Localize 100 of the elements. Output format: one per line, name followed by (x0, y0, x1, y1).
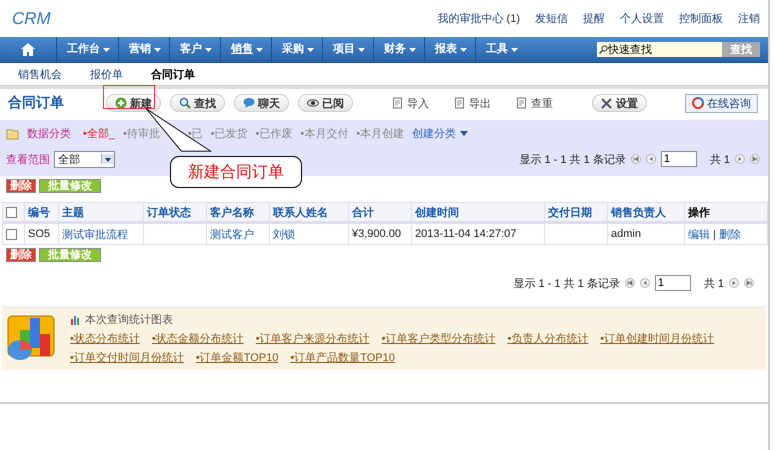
delete-button[interactable]: 删除 (6, 248, 36, 262)
caret-icon[interactable] (460, 48, 467, 52)
statistics-link[interactable]: •负责人分布统计 (507, 331, 588, 346)
toolbar-button[interactable]: 设置 (592, 94, 647, 112)
row-action-link[interactable]: 编辑 (688, 228, 710, 240)
link-separator: | (713, 228, 716, 240)
caret-icon[interactable] (460, 130, 468, 136)
speech-bubble-icon (243, 97, 255, 109)
nav-menu-item[interactable]: 营销 (118, 37, 154, 62)
caret-icon[interactable] (103, 48, 110, 52)
quick-search-field[interactable]: 快速查找 (608, 42, 722, 57)
category-filter[interactable]: •本月交付 (300, 126, 348, 140)
header-link[interactable]: 我的审批中心 (438, 11, 504, 26)
table-link[interactable]: 刘锁 (273, 228, 295, 240)
page-number-field[interactable]: 1 (654, 275, 691, 291)
record-summary: 显示 1 - 1 共 1 条记录 (513, 276, 620, 290)
toolbar-button[interactable]: 新建 (106, 94, 161, 112)
previous-page-icon[interactable] (640, 278, 650, 288)
toolbar-button[interactable]: 查找 (170, 94, 225, 112)
statistics-link[interactable]: •订单金额TOP10 (196, 350, 278, 365)
search-icon (599, 45, 608, 54)
sub-nav-tab[interactable]: 合同订单 (151, 66, 195, 82)
last-page-icon[interactable] (744, 278, 754, 288)
header-link[interactable]: 提醒 (583, 11, 605, 26)
statistics-link[interactable]: •状态分布统计 (70, 331, 140, 346)
eye-icon (307, 97, 319, 109)
document-icon (454, 97, 466, 109)
header-link[interactable]: 发短信 (535, 11, 568, 26)
header-link[interactable]: 控制面板 (679, 11, 723, 26)
online-consult-button[interactable]: 在线咨询 (685, 94, 758, 112)
category-filter[interactable]: •本月创建 (356, 126, 404, 140)
category-filter[interactable]: •已作废 (256, 126, 292, 140)
row-checkbox[interactable] (6, 228, 17, 240)
page-title: 合同订单 (8, 94, 65, 112)
next-page-icon[interactable] (735, 154, 745, 164)
nav-menu-item[interactable]: 报表 (424, 37, 460, 62)
row-action-link[interactable]: 删除 (718, 228, 741, 240)
header-link[interactable]: 个人设置 (620, 11, 664, 26)
next-page-icon[interactable] (729, 278, 739, 288)
category-filter[interactable]: •全部_ (83, 126, 115, 140)
document-icon (516, 97, 528, 109)
toolbar-button[interactable]: 查重 (508, 94, 561, 112)
column-header: 合计 (348, 202, 412, 222)
total-pages: 共 1 (710, 152, 730, 166)
nav-menu-item[interactable]: 采购 (271, 37, 307, 62)
toolbar-button[interactable]: 已阅 (298, 94, 353, 112)
first-page-icon[interactable] (630, 154, 641, 164)
last-page-icon[interactable] (750, 154, 760, 164)
nav-menu-item[interactable]: 项目 (322, 37, 358, 62)
statistics-title: 本次查询统计图表 (85, 312, 173, 327)
column-header: 订单状态 (144, 202, 206, 222)
sub-nav-tab[interactable]: 报价单 (90, 66, 123, 82)
toolbar-button[interactable]: 导出 (446, 94, 499, 112)
category-filter[interactable]: •已发货 (210, 126, 248, 140)
view-scope-label: 查看范围 (6, 152, 50, 166)
page-number-field[interactable]: 1 (660, 151, 697, 167)
nav-menu-item[interactable]: 工作台 (57, 37, 103, 62)
category-filter[interactable]: •待审批 (122, 126, 160, 140)
toolbar-button[interactable]: 导入 (384, 94, 437, 112)
column-header: 客户名称 (206, 202, 270, 222)
caret-icon[interactable] (154, 48, 161, 52)
statistics-link[interactable]: •订单交付时间月份统计 (70, 350, 184, 365)
table-cell: ¥3,900.00 (352, 228, 401, 240)
column-header: 编号 (24, 202, 58, 222)
first-page-icon[interactable] (624, 278, 635, 288)
caret-icon[interactable] (511, 48, 518, 52)
search-icon (179, 97, 191, 109)
statistics-link[interactable]: •订单产品数量TOP10 (290, 350, 395, 365)
select-all-checkbox[interactable] (6, 206, 17, 218)
data-category-label: 数据分类 (27, 126, 71, 140)
callout-text: 新建合同订单 (188, 162, 284, 182)
nav-menu-item[interactable]: 销售 (220, 37, 256, 62)
statistics-link[interactable]: •订单创建时间月份统计 (600, 331, 714, 346)
bar-chart-icon (70, 314, 82, 326)
statistics-link[interactable]: •状态金额分布统计 (152, 331, 244, 346)
caret-icon[interactable] (256, 48, 263, 52)
document-icon (392, 97, 404, 109)
view-scope-dropdown[interactable]: 全部 (54, 150, 115, 168)
header-link[interactable]: 注销 (738, 11, 760, 26)
statistics-link[interactable]: •订单客户来源分布统计 (256, 331, 370, 346)
previous-page-icon[interactable] (646, 154, 656, 164)
caret-icon[interactable] (307, 48, 314, 52)
caret-icon[interactable] (409, 48, 416, 52)
highlight-frame (103, 85, 155, 109)
sub-nav-tab[interactable]: 销售机会 (18, 66, 62, 82)
category-filter[interactable]: •已 (188, 126, 203, 140)
delete-button[interactable]: 删除 (6, 179, 36, 193)
nav-menu-item[interactable]: 客户 (169, 37, 205, 62)
caret-icon[interactable] (205, 48, 212, 52)
caret-icon (105, 158, 111, 162)
table-cell: admin (611, 228, 641, 240)
caret-icon[interactable] (358, 48, 365, 52)
create-category-link[interactable]: 创建分类 (412, 126, 456, 140)
toolbar-button[interactable]: 聊天 (234, 94, 289, 112)
nav-menu-item[interactable]: 工具 (475, 37, 511, 62)
nav-menu-item[interactable]: 财务 (373, 37, 409, 62)
table-cell: 2013-11-04 14:27:07 (415, 228, 516, 240)
approval-count: (1) (506, 12, 520, 24)
column-header: 主题 (58, 202, 144, 222)
statistics-link[interactable]: •订单客户类型分布统计 (382, 331, 496, 346)
